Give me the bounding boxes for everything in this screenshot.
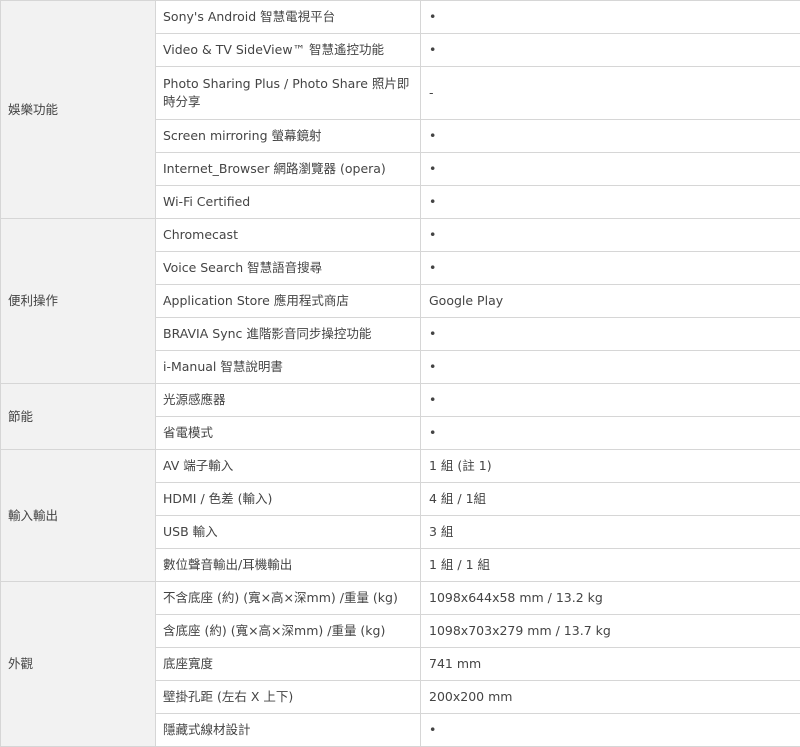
table-row: 娛樂功能 Sony's Android 智慧電視平台 • <box>1 1 800 34</box>
feature-value: 1 組 (註 1) <box>421 450 800 483</box>
feature-label: 隱藏式線材設計 <box>156 714 421 747</box>
feature-value: • <box>421 186 800 219</box>
spec-table: 娛樂功能 Sony's Android 智慧電視平台 • Video & TV … <box>0 0 800 747</box>
feature-value: 1098x703x279 mm / 13.7 kg <box>421 615 800 648</box>
feature-label: HDMI / 色差 (輸入) <box>156 483 421 516</box>
feature-value: 1098x644x58 mm / 13.2 kg <box>421 582 800 615</box>
feature-label: 不含底座 (約) (寬×高×深mm) /重量 (kg) <box>156 582 421 615</box>
feature-value: • <box>421 351 800 384</box>
feature-value: - <box>421 67 800 120</box>
feature-label: USB 輸入 <box>156 516 421 549</box>
category-label: 外觀 <box>1 582 156 747</box>
feature-value: • <box>421 1 800 34</box>
feature-label: i-Manual 智慧說明書 <box>156 351 421 384</box>
feature-label: Voice Search 智慧語音搜尋 <box>156 252 421 285</box>
feature-value: • <box>421 714 800 747</box>
feature-value: • <box>421 120 800 153</box>
feature-label: Video & TV SideView™ 智慧遙控功能 <box>156 34 421 67</box>
feature-value: • <box>421 318 800 351</box>
feature-label: 壁掛孔距 (左右 X 上下) <box>156 681 421 714</box>
table-row: 外觀 不含底座 (約) (寬×高×深mm) /重量 (kg) 1098x644x… <box>1 582 800 615</box>
feature-label: Screen mirroring 螢幕鏡射 <box>156 120 421 153</box>
feature-value: • <box>421 153 800 186</box>
feature-value: • <box>421 252 800 285</box>
feature-label: Photo Sharing Plus / Photo Share 照片即時分享 <box>156 67 421 120</box>
feature-label: AV 端子輸入 <box>156 450 421 483</box>
feature-value: • <box>421 417 800 450</box>
table-row: 輸入輸出 AV 端子輸入 1 組 (註 1) <box>1 450 800 483</box>
feature-label: 數位聲音輸出/耳機輸出 <box>156 549 421 582</box>
feature-value: 200x200 mm <box>421 681 800 714</box>
feature-value: 4 組 / 1組 <box>421 483 800 516</box>
category-label: 節能 <box>1 384 156 450</box>
feature-value: • <box>421 34 800 67</box>
table-row: 節能 光源感應器 • <box>1 384 800 417</box>
feature-label: 光源感應器 <box>156 384 421 417</box>
feature-value: • <box>421 219 800 252</box>
feature-label: Wi-Fi Certified <box>156 186 421 219</box>
feature-label: Application Store 應用程式商店 <box>156 285 421 318</box>
feature-label: Sony's Android 智慧電視平台 <box>156 1 421 34</box>
table-row: 便利操作 Chromecast • <box>1 219 800 252</box>
feature-value: • <box>421 384 800 417</box>
feature-label: 含底座 (約) (寬×高×深mm) /重量 (kg) <box>156 615 421 648</box>
category-label: 輸入輸出 <box>1 450 156 582</box>
feature-label: 省電模式 <box>156 417 421 450</box>
feature-label: BRAVIA Sync 進階影音同步操控功能 <box>156 318 421 351</box>
feature-value: 741 mm <box>421 648 800 681</box>
feature-label: Chromecast <box>156 219 421 252</box>
feature-label: Internet_Browser 網路瀏覽器 (opera) <box>156 153 421 186</box>
feature-value: Google Play <box>421 285 800 318</box>
feature-value: 3 組 <box>421 516 800 549</box>
feature-label: 底座寬度 <box>156 648 421 681</box>
category-label: 娛樂功能 <box>1 1 156 219</box>
feature-value: 1 組 / 1 組 <box>421 549 800 582</box>
category-label: 便利操作 <box>1 219 156 384</box>
